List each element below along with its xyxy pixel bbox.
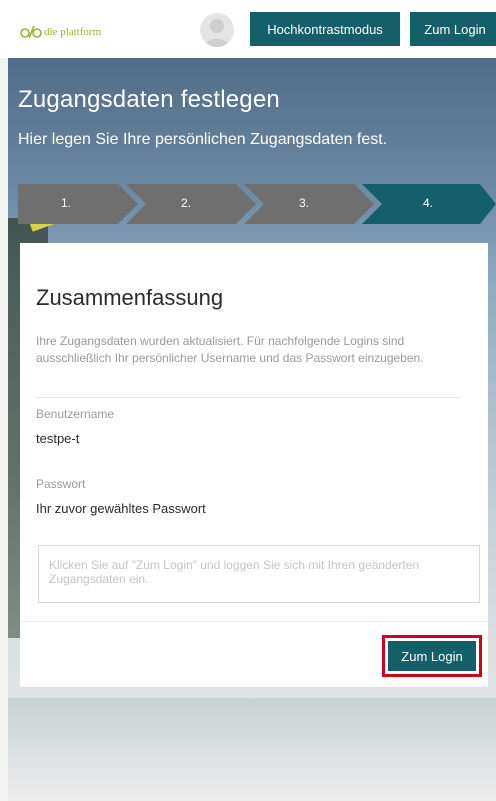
step-indicator: 1. 2. 3. 4. bbox=[18, 184, 496, 224]
page-subtitle: Hier legen Sie Ihre persönlichen Zugangs… bbox=[18, 131, 388, 148]
step-1-label: 1. bbox=[60, 196, 71, 210]
password-label: Passwort bbox=[36, 477, 86, 491]
summary-card: Zusammenfassung Ihre Zugangsdaten wurden… bbox=[20, 243, 488, 687]
summary-divider bbox=[36, 397, 460, 398]
high-contrast-button[interactable]: Hochkontrastmodus bbox=[250, 12, 400, 46]
top-bar: die plattform Hochkontrastmodus Zum Logi… bbox=[0, 0, 496, 58]
username-value: testpe-t bbox=[36, 431, 80, 446]
login-button[interactable]: Zum Login bbox=[388, 641, 476, 671]
step-2-label: 2. bbox=[180, 196, 191, 210]
step-4-label: 4. bbox=[422, 196, 433, 210]
username-label: Benutzername bbox=[36, 407, 115, 421]
password-value: Ihr zuvor gewähltes Passwort bbox=[36, 501, 206, 516]
logo-text: die plattform bbox=[44, 26, 102, 38]
card-footer-divider bbox=[20, 621, 488, 622]
logo[interactable]: die plattform bbox=[20, 23, 101, 41]
summary-description: Ihre Zugangsdaten wurden aktualisiert. F… bbox=[36, 334, 424, 365]
user-avatar-icon[interactable] bbox=[200, 13, 234, 47]
login-info-box: Klicken Sie auf "Zum Login" und loggen S… bbox=[38, 545, 480, 603]
hero-photo-water bbox=[8, 698, 496, 801]
summary-title: Zusammenfassung bbox=[36, 285, 224, 310]
dp-logo-icon bbox=[20, 25, 42, 39]
page-title: Zugangsdaten festlegen bbox=[18, 86, 280, 113]
step-3-label: 3. bbox=[298, 196, 309, 210]
login-button-header[interactable]: Zum Login bbox=[410, 12, 496, 46]
